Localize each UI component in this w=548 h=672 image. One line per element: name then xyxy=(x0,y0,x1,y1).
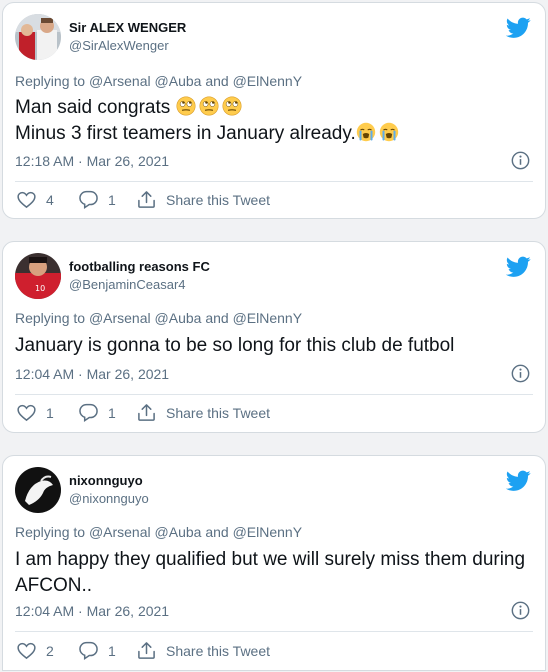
mention-link[interactable]: @Arsenal xyxy=(89,73,151,89)
share-label: Share this Tweet xyxy=(166,404,271,421)
share-label: Share this Tweet xyxy=(166,191,271,208)
mention-link[interactable]: @ElNennY xyxy=(233,310,302,326)
mention-link[interactable]: @ElNennY xyxy=(233,73,302,89)
divider xyxy=(15,394,533,395)
share-icon xyxy=(137,403,156,422)
svg-text:10: 10 xyxy=(35,284,45,293)
mention-link[interactable]: @Auba xyxy=(155,73,202,89)
replying-to: Replying to @Arsenal @Auba and @ElNennY xyxy=(15,310,303,326)
mention-link[interactable]: @Auba xyxy=(155,310,202,326)
replying-to: Replying to @Arsenal @Auba and @ElNennY xyxy=(15,73,303,89)
avatar-image xyxy=(15,14,61,60)
divider xyxy=(15,181,533,182)
share-icon xyxy=(137,190,156,209)
reply-bubble-icon xyxy=(79,190,98,209)
mention-link[interactable]: @Arsenal xyxy=(89,310,151,326)
replying-to: Replying to @Arsenal @Auba and @ElNennY xyxy=(15,524,303,540)
info-icon[interactable] xyxy=(511,601,530,620)
display-name[interactable]: Sir ALEX WENGER xyxy=(69,20,186,35)
info-icon[interactable] xyxy=(511,151,530,170)
heart-icon xyxy=(17,191,36,209)
mention-link[interactable]: @Arsenal xyxy=(89,524,151,540)
tweet-card[interactable]: Sir ALEX WENGER @SirAlexWenger Replying … xyxy=(2,2,546,219)
like-button[interactable]: 1 xyxy=(17,404,54,422)
timestamp[interactable]: 12:18 AM · Mar 26, 2021 xyxy=(15,153,169,169)
reply-bubble-icon xyxy=(79,403,98,422)
user-handle[interactable]: @nixonnguyo xyxy=(69,491,149,506)
heart-icon xyxy=(17,404,36,422)
reply-button[interactable]: 1 xyxy=(79,403,116,422)
twitter-bird-icon[interactable] xyxy=(506,256,531,278)
like-button[interactable]: 4 xyxy=(17,191,54,209)
mention-link[interactable]: @Auba xyxy=(155,524,202,540)
reply-button[interactable]: 1 xyxy=(79,641,116,660)
reply-count: 1 xyxy=(108,191,116,208)
timestamp[interactable]: 12:04 AM · Mar 26, 2021 xyxy=(15,603,169,619)
share-button[interactable]: Share this Tweet xyxy=(137,403,270,422)
rolling-eyes-emoji xyxy=(176,97,242,118)
share-icon xyxy=(137,641,156,660)
share-button[interactable]: Share this Tweet xyxy=(137,641,270,660)
divider xyxy=(15,631,533,632)
avatar-image: 10 xyxy=(15,253,61,299)
twitter-bird-icon[interactable] xyxy=(506,17,531,39)
avatar[interactable] xyxy=(15,467,61,513)
like-count: 4 xyxy=(46,192,54,208)
mention-link[interactable]: @ElNennY xyxy=(233,524,302,540)
user-handle[interactable]: @BenjaminCeasar4 xyxy=(69,277,186,292)
tweet-card[interactable]: 10 footballing reasons FC @BenjaminCeasa… xyxy=(2,241,546,433)
reply-bubble-icon xyxy=(79,641,98,660)
tweet-card[interactable]: nixonnguyo @nixonnguyo Replying to @Arse… xyxy=(2,455,546,671)
timestamp[interactable]: 12:04 AM · Mar 26, 2021 xyxy=(15,366,169,382)
user-handle[interactable]: @SirAlexWenger xyxy=(69,38,169,53)
reply-count: 1 xyxy=(108,404,116,421)
tweet-text: January is gonna to be so long for this … xyxy=(15,335,455,356)
info-icon[interactable] xyxy=(511,364,530,383)
avatar[interactable]: 10 xyxy=(15,253,61,299)
tweet-text: Man said congrats Minus 3 first teamers … xyxy=(15,95,531,147)
tweet-text: I am happy they qualified but we will su… xyxy=(15,549,526,596)
avatar[interactable] xyxy=(15,14,61,60)
like-count: 1 xyxy=(46,405,54,421)
heart-icon xyxy=(17,642,36,660)
twitter-bird-icon[interactable] xyxy=(506,470,531,492)
like-count: 2 xyxy=(46,643,54,659)
share-label: Share this Tweet xyxy=(166,642,271,659)
crying-emoji xyxy=(356,123,399,144)
reply-button[interactable]: 1 xyxy=(79,190,116,209)
reply-count: 1 xyxy=(108,642,116,659)
avatar-image xyxy=(15,467,61,513)
display-name[interactable]: footballing reasons FC xyxy=(69,259,210,274)
display-name[interactable]: nixonnguyo xyxy=(69,473,143,488)
like-button[interactable]: 2 xyxy=(17,642,54,660)
share-button[interactable]: Share this Tweet xyxy=(137,190,270,209)
